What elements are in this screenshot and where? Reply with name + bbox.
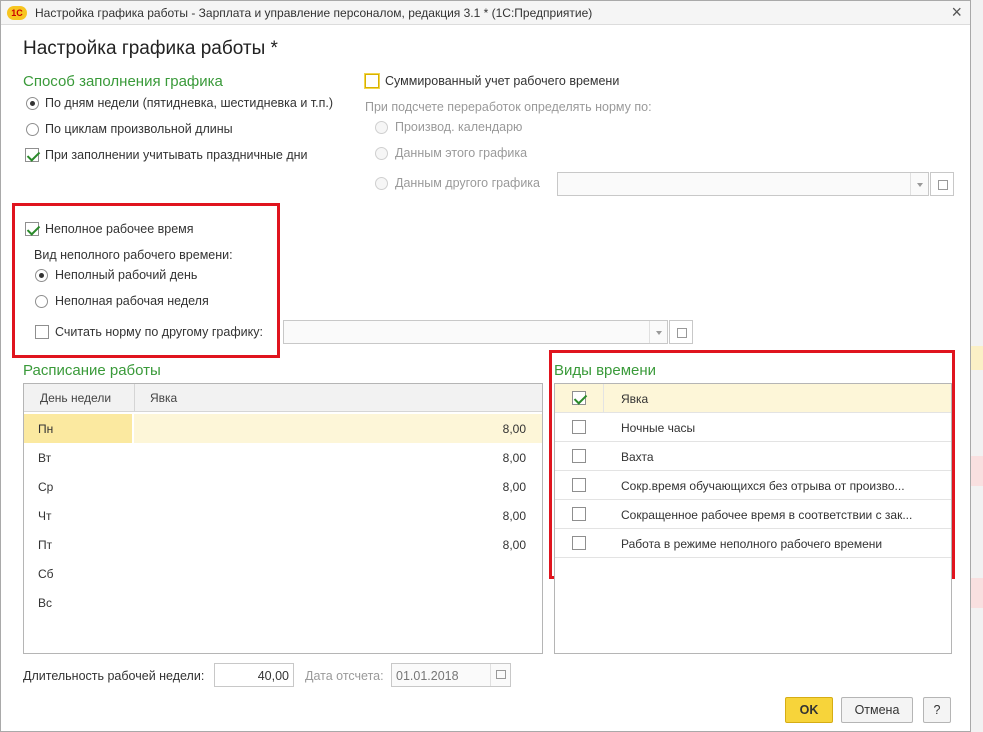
radio-part-time-day-label: Неполный рабочий день [55,268,198,282]
time-type-checkbox[interactable] [572,391,586,405]
title-bar: 1С Настройка графика работы - Зарплата и… [1,1,970,25]
part-time-checkbox-label: Неполное рабочее время [45,222,194,236]
time-type-checkbox[interactable] [572,536,586,550]
part-time-checkbox[interactable] [25,222,39,236]
radio-norm-calendar-label: Производ. календарю [395,120,523,134]
radio-norm-calendar[interactable] [375,121,388,134]
cancel-button[interactable]: Отмена [841,697,913,723]
table-row[interactable]: Пн 8,00 [24,414,542,443]
radio-by-weekdays-label: По дням недели (пятидневка, шестидневка … [45,96,334,110]
start-date-input[interactable]: 01.01.2018 [391,663,511,687]
list-item[interactable]: Сокр.время обучающихся без отрыва от про… [555,471,951,500]
ok-button[interactable]: OK [785,697,833,723]
open-other-schedule-icon[interactable] [930,172,954,196]
help-button[interactable]: ? [923,697,951,723]
radio-norm-other[interactable] [375,177,388,190]
radio-by-cycles[interactable] [26,123,39,136]
list-item[interactable]: Работа в режиме неполного рабочего време… [555,529,951,558]
chevron-down-icon[interactable] [910,173,928,195]
week-length-label: Длительность рабочей недели: [23,669,205,683]
radio-part-time-week[interactable] [35,295,48,308]
table-row[interactable]: Вт 8,00 [24,443,542,472]
summarized-checkbox[interactable] [365,74,379,88]
table-row[interactable]: Чт 8,00 [24,501,542,530]
week-length-input[interactable]: 40,00 [214,663,294,687]
time-types-heading: Виды времени [554,362,657,379]
radio-by-weekdays[interactable] [26,97,39,110]
calendar-icon[interactable] [490,664,510,686]
table-row[interactable]: Пт 8,00 [24,530,542,559]
dialog-window: 1С Настройка графика работы - Зарплата и… [0,0,971,732]
other-schedule-select[interactable] [557,172,929,196]
time-type-checkbox[interactable] [572,478,586,492]
background-window-strip [969,0,983,732]
time-types-list: Явка Ночные часы Вахта Сокр.время обучаю… [554,383,952,654]
table-row[interactable]: Ср 8,00 [24,472,542,501]
start-date-label: Дата отсчета: [305,669,384,683]
part-time-kind-caption: Вид неполного рабочего времени: [34,248,233,262]
holidays-checkbox-label: При заполнении учитывать праздничные дни [45,148,308,162]
radio-norm-this-label: Данным этого графика [395,146,528,160]
col-value-header: Явка [150,391,178,405]
other-norm-checkbox-label: Считать норму по другому графику: [55,325,263,339]
app-logo-icon: 1С [7,6,27,20]
schedule-table-header: День недели Явка [24,384,542,412]
list-item[interactable]: Сокращенное рабочее время в соответствии… [555,500,951,529]
other-norm-checkbox[interactable] [35,325,49,339]
radio-norm-this[interactable] [375,147,388,160]
fill-method-heading: Способ заполнения графика [23,73,223,90]
holidays-checkbox[interactable] [25,148,39,162]
norm-caption: При подсчете переработок определять норм… [365,100,652,114]
other-norm-schedule-select[interactable] [283,320,668,344]
close-icon[interactable]: × [951,3,962,21]
table-row[interactable]: Вс [24,588,542,617]
table-row[interactable]: Сб [24,559,542,588]
list-item[interactable]: Вахта [555,442,951,471]
schedule-table: День недели Явка Пн 8,00 Вт 8,00 Ср 8,00… [23,383,543,654]
list-item[interactable]: Явка [555,384,951,413]
time-type-checkbox[interactable] [572,507,586,521]
radio-by-cycles-label: По циклам произвольной длины [45,122,233,136]
window-title: Настройка графика работы - Зарплата и уп… [35,6,593,20]
chevron-down-icon[interactable] [649,321,667,343]
col-day-header: День недели [40,391,112,405]
open-other-norm-schedule-icon[interactable] [669,320,693,344]
summarized-checkbox-label: Суммированный учет рабочего времени [385,74,620,88]
list-item[interactable]: Ночные часы [555,413,951,442]
radio-part-time-day[interactable] [35,269,48,282]
form-title: Настройка графика работы * [23,38,278,59]
time-type-checkbox[interactable] [572,449,586,463]
radio-part-time-week-label: Неполная рабочая неделя [55,294,209,308]
radio-norm-other-label: Данным другого графика [395,176,541,190]
time-type-checkbox[interactable] [572,420,586,434]
schedule-heading: Расписание работы [23,362,161,379]
